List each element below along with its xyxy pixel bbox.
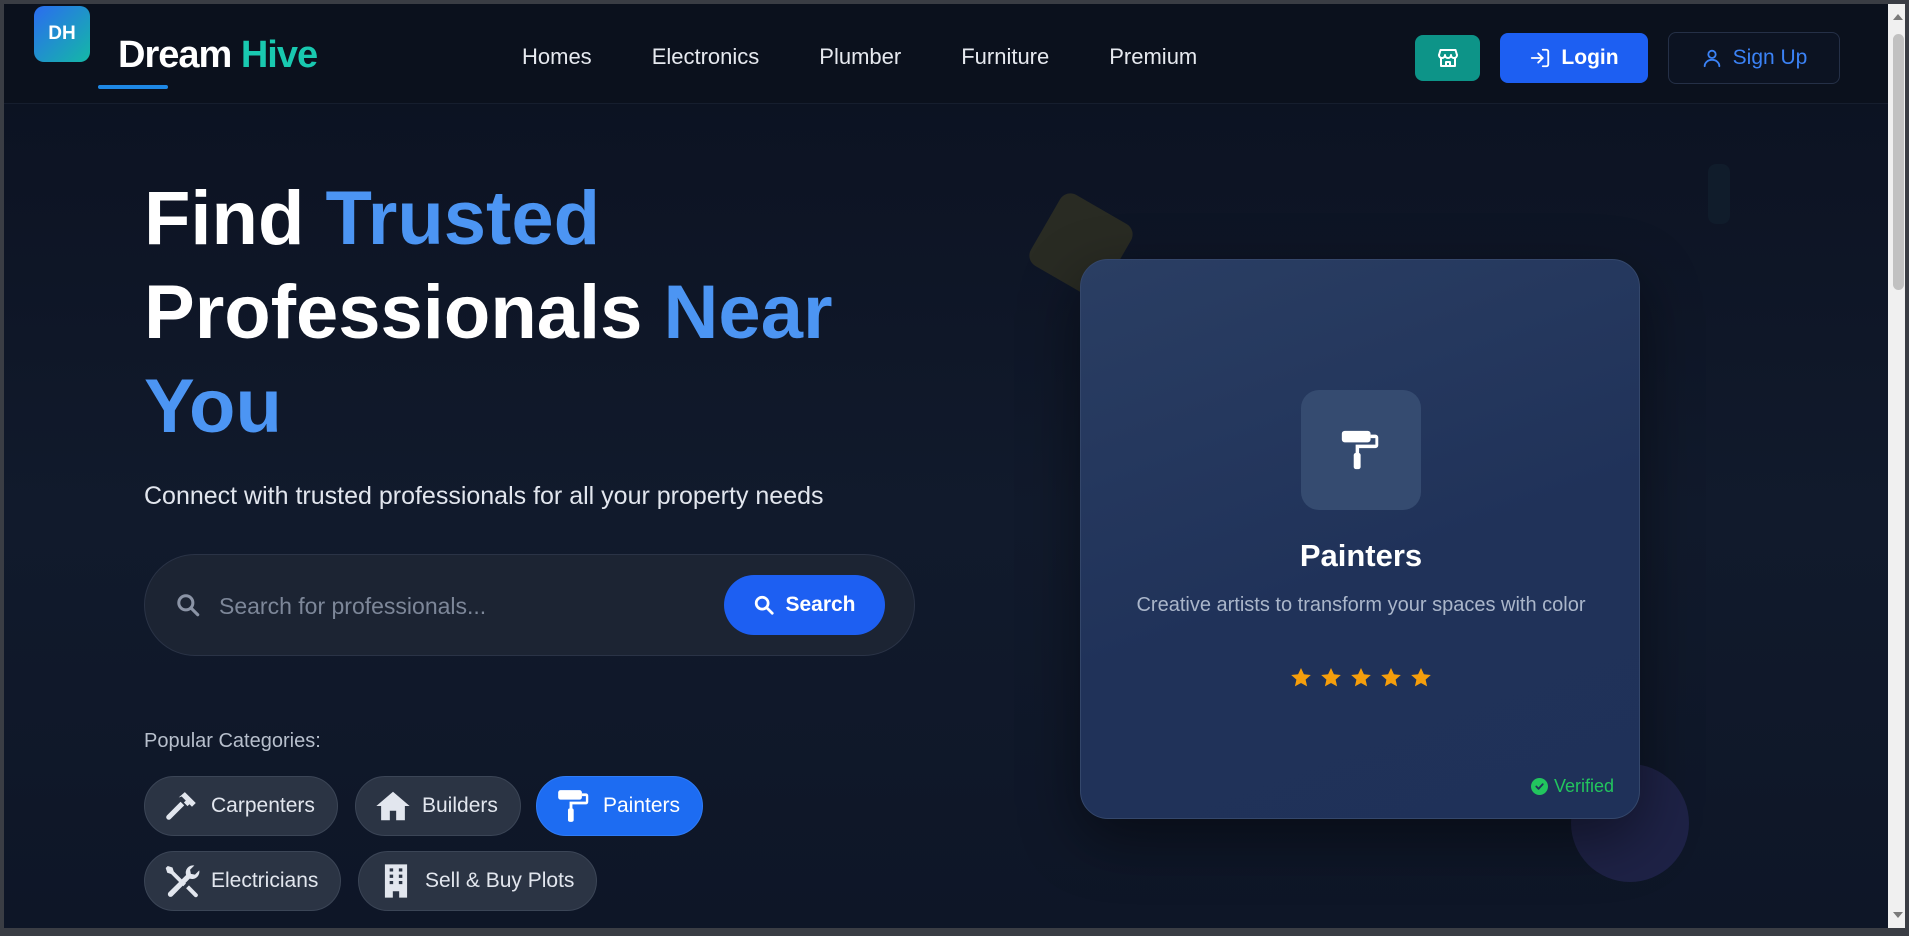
store-icon <box>1437 49 1458 67</box>
search-bar: Search <box>144 554 915 656</box>
login-icon <box>1531 48 1550 68</box>
search-button[interactable]: Search <box>724 575 885 635</box>
user-icon <box>1703 49 1720 68</box>
brand-primary: Dream <box>118 34 232 76</box>
nav-premium[interactable]: Premium <box>1109 44 1197 70</box>
category-label: Electricians <box>211 869 319 892</box>
paint-roller-icon <box>558 790 589 822</box>
search-input[interactable] <box>219 583 699 629</box>
star-rating <box>1081 666 1641 690</box>
nav-furniture[interactable]: Furniture <box>961 44 1049 70</box>
category-chip-electricians[interactable]: Electricians <box>144 851 342 911</box>
tools-icon <box>165 865 200 898</box>
featured-category-card[interactable]: Painters Creative artists to transform y… <box>1080 259 1640 819</box>
verified-label: Verified <box>1554 776 1615 796</box>
store-button[interactable] <box>1415 35 1480 81</box>
category-label: Builders <box>422 794 498 817</box>
main-nav: Homes Electronics Plumber Furniture Prem… <box>522 44 1257 70</box>
nav-electronics[interactable]: Electronics <box>652 44 760 70</box>
category-chip-sell-buy-plots[interactable]: Sell & Buy Plots <box>358 851 598 911</box>
star-icon <box>1351 668 1371 687</box>
title-professionals: Professionals <box>144 270 643 355</box>
login-button[interactable]: Login <box>1500 33 1648 83</box>
card-title: Painters <box>1299 538 1423 573</box>
search-button-label: Search <box>785 593 856 616</box>
vertical-scrollbar[interactable] <box>1888 4 1905 928</box>
check-circle-icon <box>1531 778 1548 795</box>
scrollbar-thumb[interactable] <box>1893 34 1904 290</box>
title-you: You <box>144 364 282 449</box>
category-chip-painters[interactable]: Painters <box>536 776 704 836</box>
card-description: Creative artists to transform your space… <box>1136 594 1586 616</box>
paint-roller-icon <box>1341 430 1379 470</box>
star-icon <box>1381 668 1401 687</box>
title-find: Find <box>144 176 305 261</box>
login-label: Login <box>1561 46 1619 69</box>
star-icon <box>1411 668 1431 687</box>
title-trusted: Trusted <box>325 176 601 261</box>
category-label: Painters <box>603 794 681 817</box>
top-navbar: DH Dream Hive Homes Electronics Plumber … <box>4 4 1888 104</box>
app-window: DH Dream Hive Homes Electronics Plumber … <box>0 0 1909 936</box>
category-chip-carpenters[interactable]: Carpenters <box>144 776 338 836</box>
scroll-up-arrow-icon[interactable] <box>1893 14 1903 20</box>
popular-categories-label: Popular Categories: <box>144 730 321 752</box>
nav-homes[interactable]: Homes <box>522 44 592 70</box>
hero-title: Find Trusted Professionals Near You <box>144 172 904 454</box>
signup-button[interactable]: Sign Up <box>1668 32 1840 84</box>
card-icon-box <box>1301 390 1421 510</box>
verified-badge: Verified <box>1531 776 1614 797</box>
signup-label: Sign Up <box>1732 46 1808 69</box>
hero-subtitle: Connect with trusted professionals for a… <box>144 482 824 510</box>
search-icon <box>175 592 201 623</box>
search-button-icon <box>755 595 775 615</box>
star-icon <box>1321 668 1341 687</box>
brand-underline <box>98 85 168 89</box>
nav-plumber[interactable]: Plumber <box>819 44 901 70</box>
category-label: Sell & Buy Plots <box>425 869 575 892</box>
decorative-pill <box>1708 164 1730 224</box>
scroll-down-arrow-icon[interactable] <box>1893 912 1903 918</box>
category-chip-builders[interactable]: Builders <box>355 776 521 836</box>
title-near: Near <box>663 270 833 355</box>
category-label: Carpenters <box>211 794 315 817</box>
star-icon <box>1291 668 1311 687</box>
logo-badge[interactable]: DH <box>34 6 90 62</box>
hammer-icon <box>166 792 196 820</box>
building-icon <box>384 864 408 898</box>
brand-name[interactable]: Dream Hive <box>118 34 318 77</box>
brand-accent: Hive <box>240 34 318 76</box>
house-icon <box>376 791 410 821</box>
